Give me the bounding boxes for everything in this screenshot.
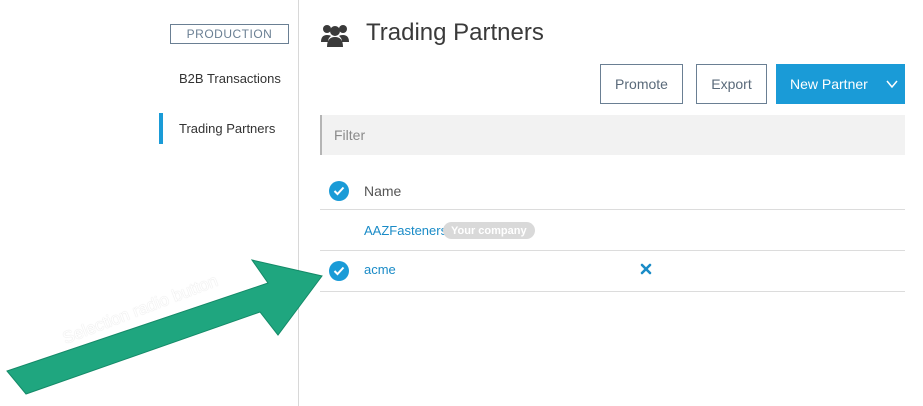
main-content: Trading Partners Promote Export New Part…	[299, 0, 923, 406]
row-select-radio-acme[interactable]	[329, 261, 349, 281]
row-divider	[320, 250, 905, 251]
new-partner-label: New Partner	[790, 76, 868, 92]
select-all-checkbox[interactable]	[329, 181, 349, 201]
column-header-name[interactable]: Name	[364, 183, 401, 199]
chevron-down-icon[interactable]	[885, 77, 899, 91]
filter-input[interactable]	[320, 115, 905, 155]
sidebar-item-trading-partners[interactable]: Trading Partners	[179, 121, 275, 136]
delete-x-icon[interactable]	[640, 262, 652, 275]
active-nav-indicator	[159, 113, 163, 144]
checkmark-icon	[333, 266, 345, 276]
app-window: PRODUCTION B2B Transactions Trading Part…	[0, 0, 923, 406]
new-partner-button[interactable]: New Partner	[776, 64, 905, 104]
row-divider	[320, 209, 905, 210]
checkmark-icon	[333, 186, 345, 196]
partner-link-aazfasteners[interactable]: AAZFasteners	[364, 223, 447, 238]
export-button[interactable]: Export	[696, 64, 767, 104]
promote-button[interactable]: Promote	[600, 64, 683, 104]
partner-link-acme[interactable]: acme	[364, 262, 396, 277]
users-group-icon	[321, 22, 349, 48]
your-company-badge: Your company	[443, 222, 535, 239]
sidebar: PRODUCTION B2B Transactions Trading Part…	[0, 0, 299, 406]
row-divider	[320, 291, 905, 292]
page-title: Trading Partners	[366, 19, 544, 46]
sidebar-item-b2b-transactions[interactable]: B2B Transactions	[179, 71, 281, 86]
environment-badge: PRODUCTION	[170, 24, 289, 44]
